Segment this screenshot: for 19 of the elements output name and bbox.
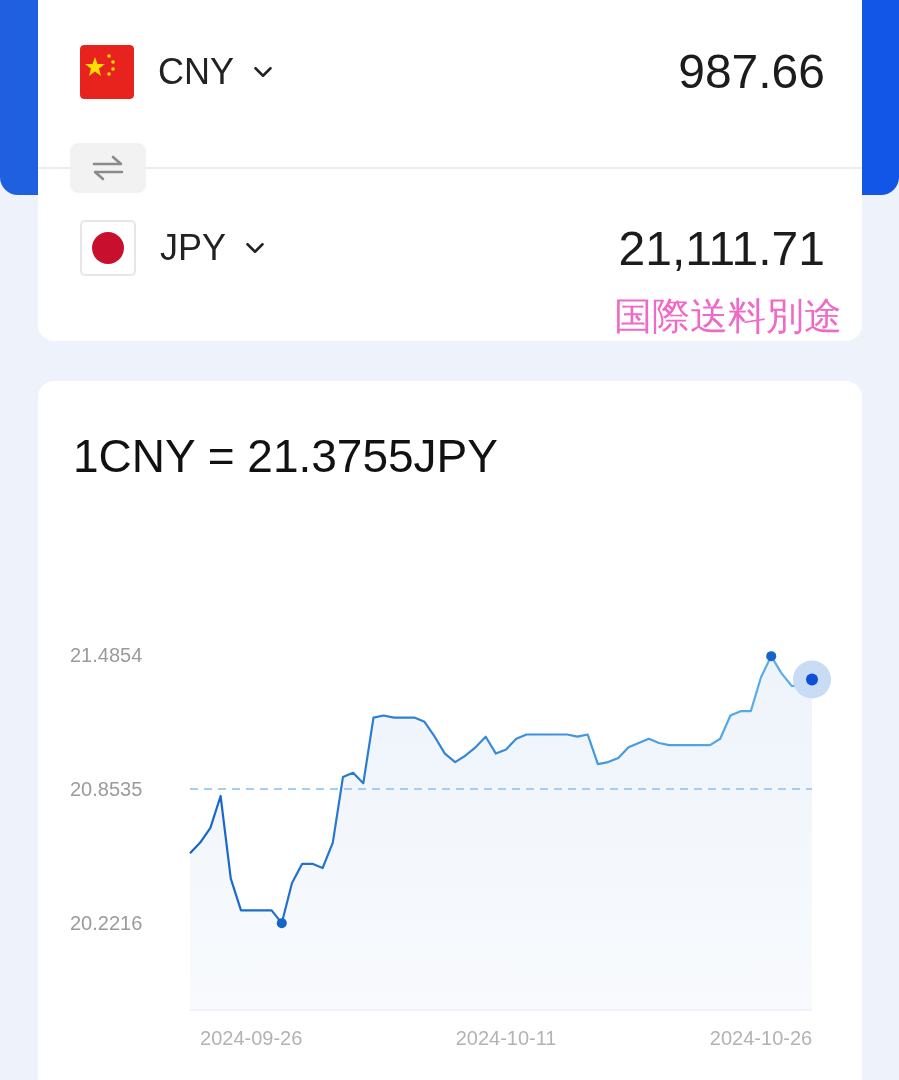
shipping-note: 国際送料別途	[614, 297, 842, 335]
currency-code[interactable]: JPY	[160, 227, 227, 269]
current-marker	[793, 660, 831, 699]
swap-button[interactable]	[70, 143, 146, 193]
amount-value[interactable]: 987.66	[678, 44, 825, 99]
flag-icon	[80, 220, 136, 276]
point-marker	[766, 651, 777, 662]
axis-label: 2024-10-26	[709, 1027, 813, 1049]
axis-label: 2024-10-11	[455, 1027, 557, 1049]
rate-title: 1CNY = 21.3755JPY	[73, 429, 499, 483]
axis-label: 21.4854	[70, 644, 143, 666]
currency-code[interactable]: CNY	[158, 50, 234, 93]
flag-icon	[80, 44, 134, 99]
axis-label: 20.8535	[70, 777, 143, 800]
axis-label: 2024-09-26	[200, 1027, 303, 1049]
amount-value[interactable]: 21,111.71	[618, 220, 825, 276]
axis-label: 20.2216	[70, 911, 143, 934]
swap-icon	[92, 155, 124, 181]
point-marker	[276, 918, 287, 929]
